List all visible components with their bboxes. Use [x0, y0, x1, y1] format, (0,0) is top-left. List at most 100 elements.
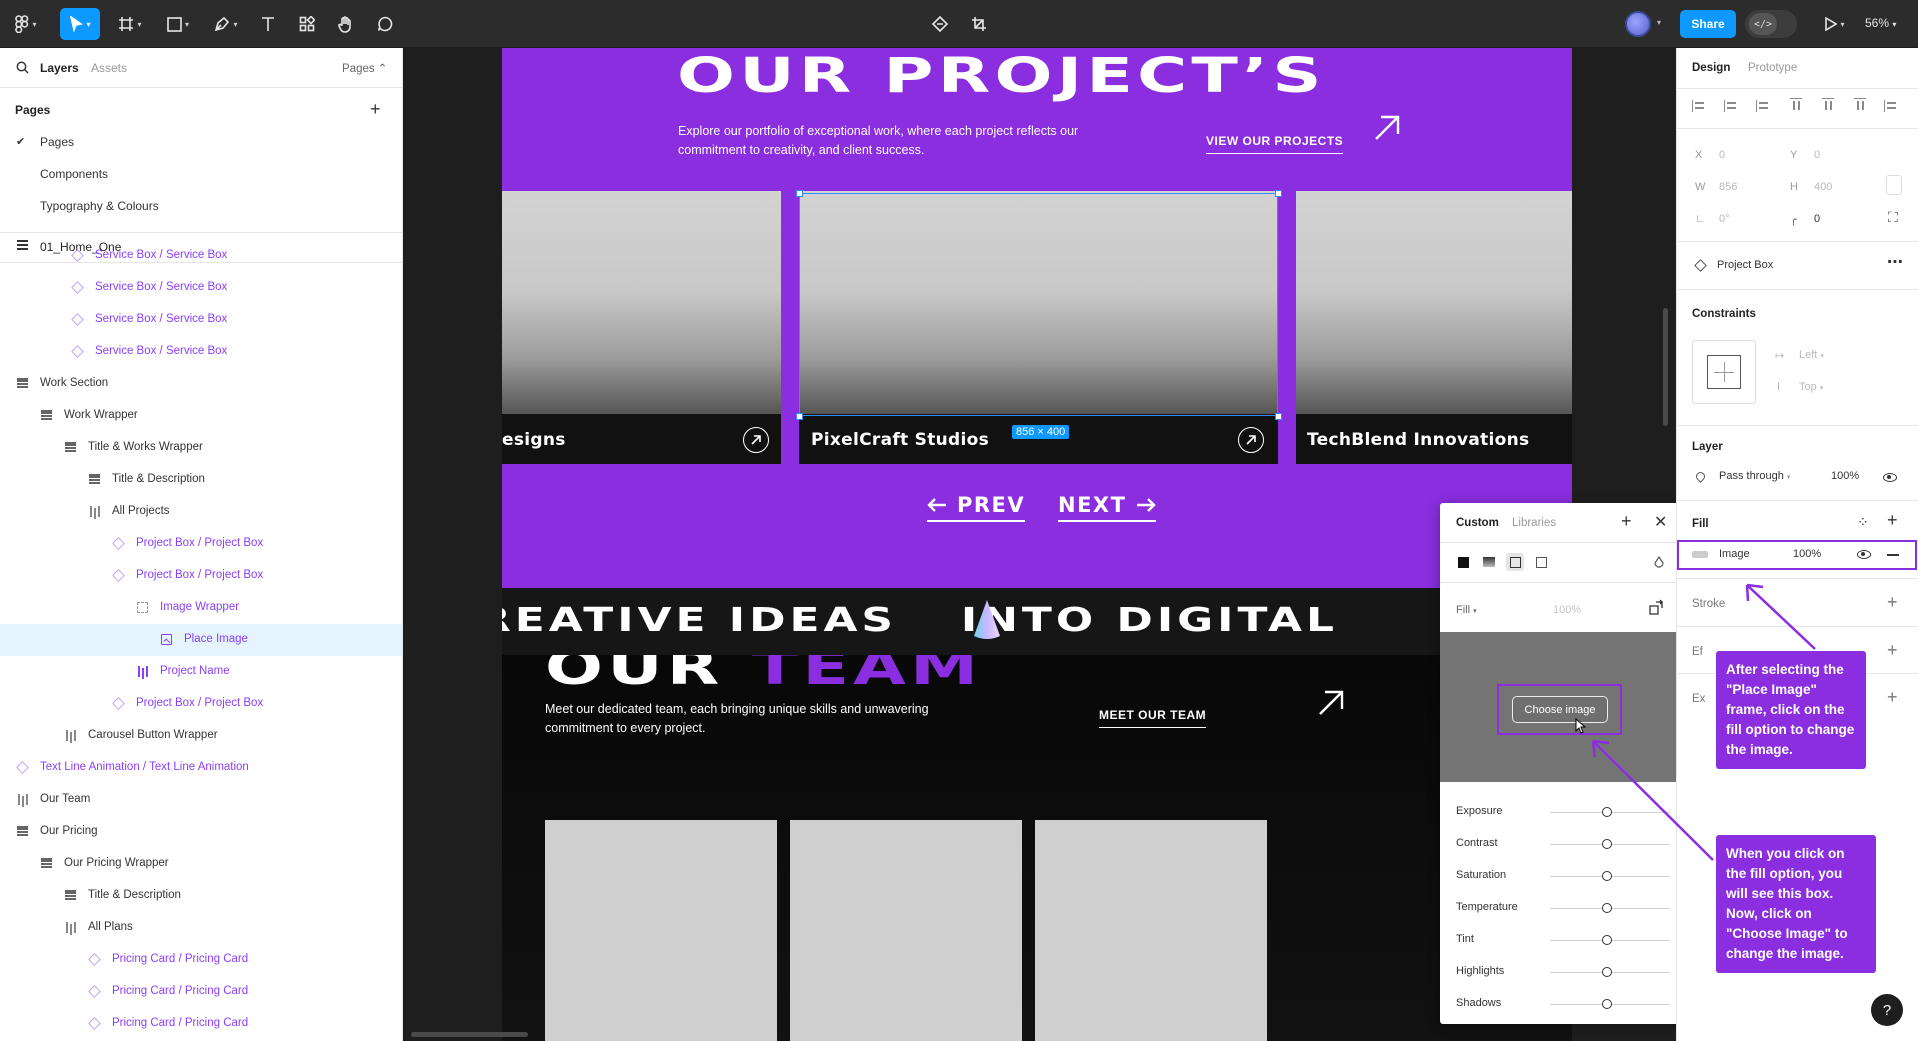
tab-design[interactable]: Design — [1692, 62, 1730, 74]
layer-row[interactable]: Our Team — [0, 784, 402, 816]
resize-handle[interactable] — [796, 190, 803, 197]
next-button[interactable]: NEXT — [1058, 493, 1157, 522]
team-card[interactable] — [545, 820, 777, 1041]
v-constraint-select[interactable]: Top ▾ — [1799, 381, 1823, 393]
add-page-icon[interactable]: + — [370, 99, 381, 120]
fill-styles-icon[interactable]: ⁘ — [1857, 514, 1869, 531]
add-fill-icon[interactable]: + — [1887, 510, 1898, 531]
y-input[interactable]: 0 — [1814, 149, 1820, 161]
slider-thumb[interactable] — [1602, 871, 1612, 881]
layer-row[interactable]: Our Pricing — [0, 816, 402, 848]
frame-tool-button[interactable]: ▾ — [112, 8, 148, 40]
layer-row[interactable]: Service Box / Service Box — [0, 304, 402, 336]
project-card[interactable]: TechBlend Innovations — [1296, 191, 1572, 464]
layer-row[interactable]: Title & Works Wrapper — [0, 432, 402, 464]
independent-corners-icon[interactable]: ⛶ — [1888, 209, 1898, 226]
blend-mode-select[interactable]: Pass through ▾ — [1719, 470, 1790, 482]
remove-fill-icon[interactable] — [1887, 554, 1899, 556]
horizontal-scrollbar[interactable] — [411, 1032, 528, 1037]
slider-thumb[interactable] — [1602, 999, 1612, 1009]
add-style-icon[interactable]: + — [1621, 511, 1632, 532]
team-section[interactable]: OUR TEAM Meet our dedicated team, each b… — [502, 655, 1572, 1041]
help-button[interactable]: ? — [1871, 994, 1903, 1026]
pen-tool-button[interactable]: ▾ — [208, 8, 244, 40]
slider-thumb[interactable] — [1602, 967, 1612, 977]
page-item-typography[interactable]: Typography & Colours — [40, 199, 159, 213]
hand-tool-button[interactable] — [332, 8, 358, 40]
meet-team-link[interactable]: MEET OUR TEAM — [1099, 708, 1207, 728]
fill-opacity[interactable]: 100% — [1793, 548, 1821, 560]
add-export-icon[interactable]: + — [1887, 687, 1898, 708]
share-button[interactable]: Share — [1680, 10, 1736, 38]
team-card[interactable] — [790, 820, 1022, 1041]
layer-row[interactable]: Pricing Card / Pricing Card — [0, 1008, 402, 1040]
projects-section[interactable]: OUR PROJECT’S Explore our portfolio of e… — [502, 48, 1572, 588]
project-card[interactable]: esigns — [502, 191, 781, 464]
slider-thumb[interactable] — [1602, 807, 1612, 817]
resize-handle[interactable] — [796, 413, 803, 420]
adjustment-slider[interactable]: Saturation — [1440, 867, 1685, 887]
blend-drop-icon[interactable] — [1654, 556, 1664, 568]
tab-custom[interactable]: Custom — [1456, 517, 1499, 529]
tab-prototype[interactable]: Prototype — [1748, 62, 1797, 74]
fill-mode-select[interactable]: Fill ▾ — [1456, 604, 1477, 616]
move-tool-button[interactable]: ▾ — [60, 8, 100, 40]
team-card[interactable] — [1035, 820, 1267, 1041]
w-input[interactable]: 856 — [1719, 181, 1737, 193]
text-line-animation[interactable]: REATIVE IDEAS INTO DIGITAL — [502, 588, 1572, 655]
corner-radius-input[interactable]: 0 — [1814, 213, 1820, 225]
layer-row[interactable]: Text Line Animation / Text Line Animatio… — [0, 752, 402, 784]
layer-row[interactable]: All Plans — [0, 912, 402, 944]
layer-row[interactable]: Service Box / Service Box — [0, 336, 402, 368]
layer-opacity[interactable]: 100% — [1831, 470, 1859, 482]
view-projects-link[interactable]: VIEW OUR PROJECTS — [1206, 134, 1344, 154]
layer-row[interactable]: Place Image — [0, 624, 402, 656]
component-tools-button[interactable] — [927, 8, 953, 40]
image-fill-swatch[interactable] — [1692, 551, 1708, 558]
constraints-widget[interactable] — [1692, 340, 1756, 404]
search-icon[interactable] — [16, 61, 29, 74]
layer-row[interactable]: Project Name — [0, 656, 402, 688]
close-icon[interactable]: ✕ — [1654, 512, 1667, 532]
eye-icon[interactable] — [1857, 550, 1871, 559]
layer-row[interactable]: Image Wrapper — [0, 592, 402, 624]
layer-row[interactable]: Title & Description — [0, 464, 402, 496]
h-input[interactable]: 400 — [1814, 181, 1832, 193]
adjustment-slider[interactable]: Tint — [1440, 931, 1685, 951]
tab-libraries[interactable]: Libraries — [1512, 517, 1556, 529]
resize-handle[interactable] — [1275, 413, 1282, 420]
align-center-h-icon[interactable] — [1724, 98, 1740, 114]
align-bottom-icon[interactable] — [1852, 98, 1868, 114]
present-button[interactable]: ▾ — [1820, 8, 1850, 40]
layer-row[interactable]: Carousel Button Wrapper — [0, 720, 402, 752]
layer-row[interactable]: Pricing Card / Pricing Card — [0, 976, 402, 1008]
align-center-v-icon[interactable] — [1820, 98, 1836, 114]
layer-row[interactable]: Pricing Card / Pricing Card — [0, 944, 402, 976]
slider-thumb[interactable] — [1602, 903, 1612, 913]
adjustment-slider[interactable]: Contrast — [1440, 835, 1685, 855]
constrain-proportions-icon[interactable] — [1886, 175, 1902, 195]
fill-type-label[interactable]: Image — [1719, 548, 1750, 560]
fill-row[interactable]: Image 100% — [1677, 540, 1917, 570]
slider-thumb[interactable] — [1602, 839, 1612, 849]
rotate-image-icon[interactable] — [1648, 599, 1666, 617]
figma-menu-button[interactable]: ▾ — [10, 8, 42, 40]
page-item-pages[interactable]: Pages — [40, 135, 74, 149]
choose-image-button[interactable]: Choose image — [1512, 696, 1608, 723]
image-fill-button[interactable] — [1506, 553, 1524, 571]
prev-button[interactable]: PREV — [927, 493, 1026, 522]
zoom-level[interactable]: 56% ▾ — [1865, 16, 1896, 30]
user-avatar[interactable] — [1625, 11, 1651, 37]
layer-row[interactable]: Service Box / Service Box — [0, 272, 402, 304]
rotation-input[interactable]: 0° — [1719, 213, 1730, 225]
add-stroke-icon[interactable]: + — [1887, 592, 1898, 613]
pages-toggle[interactable]: Pages ⌃ — [342, 61, 387, 75]
avatar-chevron-down-icon[interactable]: ▾ — [1657, 18, 1661, 27]
adjustment-slider[interactable]: Highlights — [1440, 963, 1685, 983]
adjustment-slider[interactable]: Shadows — [1440, 995, 1685, 1015]
page-item-components[interactable]: Components — [40, 167, 108, 181]
adjustment-slider[interactable]: Exposure — [1440, 803, 1685, 823]
distribute-icon[interactable] — [1884, 98, 1900, 114]
x-input[interactable]: 0 — [1719, 149, 1725, 161]
resize-handle[interactable] — [1275, 190, 1282, 197]
